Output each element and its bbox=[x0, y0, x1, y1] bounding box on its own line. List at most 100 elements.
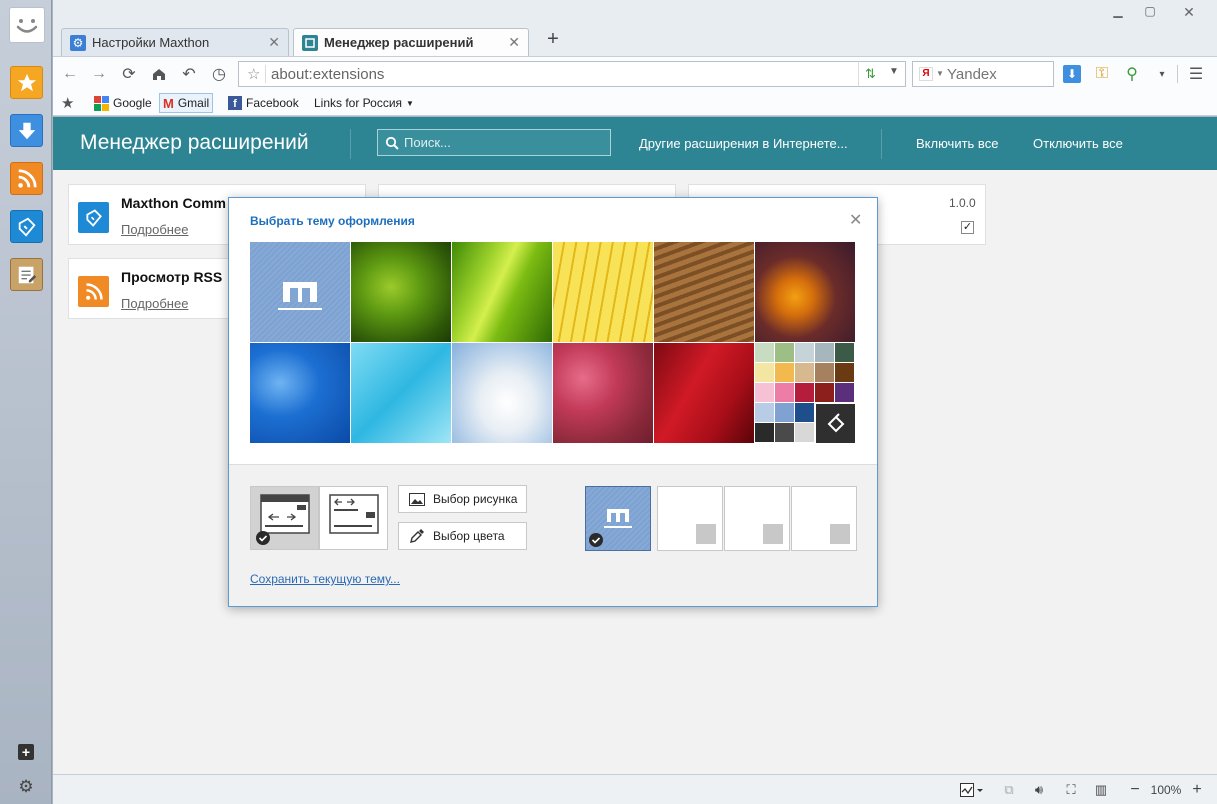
theme-blue-water[interactable] bbox=[250, 343, 350, 443]
palette-swatch[interactable] bbox=[755, 363, 774, 382]
palette-swatch[interactable] bbox=[795, 383, 814, 402]
history-clock-icon[interactable]: ◷ bbox=[210, 65, 228, 83]
theme-grass[interactable] bbox=[351, 242, 451, 342]
palette-swatch[interactable] bbox=[795, 423, 814, 442]
toolbar-dropdown-icon[interactable]: ▾ bbox=[1153, 65, 1171, 83]
palette-swatch[interactable] bbox=[815, 363, 834, 382]
theme-maxthon-default[interactable] bbox=[250, 242, 350, 342]
palette-swatch[interactable] bbox=[775, 383, 794, 402]
close-icon[interactable]: ✕ bbox=[849, 210, 862, 230]
rss-reader-icon[interactable] bbox=[10, 162, 43, 195]
palette-swatch[interactable] bbox=[795, 403, 814, 422]
sound-icon[interactable]: 🔊︎ bbox=[1031, 782, 1047, 798]
palette-swatch[interactable] bbox=[815, 343, 834, 362]
palette-swatch[interactable] bbox=[775, 403, 794, 422]
palette-swatch[interactable] bbox=[835, 363, 854, 382]
search-input[interactable] bbox=[947, 66, 1047, 83]
theme-clouds[interactable] bbox=[452, 343, 552, 443]
layout-mode-classic[interactable] bbox=[250, 486, 319, 550]
palette-swatch[interactable] bbox=[795, 363, 814, 382]
layout-mode-compact[interactable] bbox=[319, 486, 388, 550]
theme-slot-empty[interactable] bbox=[791, 486, 857, 551]
tab-maxthon-settings[interactable]: ⚙ Настройки Maxthon ✕ bbox=[61, 28, 289, 56]
enable-all-button[interactable]: Включить все bbox=[916, 136, 998, 151]
settings-gear-icon[interactable]: ⚙ bbox=[17, 777, 35, 796]
address-input[interactable] bbox=[271, 66, 851, 83]
network-monitor-icon[interactable] bbox=[958, 782, 986, 798]
screenshot-icon[interactable]: ⧉ bbox=[1001, 782, 1017, 798]
palette-swatch[interactable] bbox=[795, 343, 814, 362]
more-extensions-link[interactable]: Другие расширения в Интернете... bbox=[639, 136, 848, 151]
custom-color-picker-icon[interactable] bbox=[816, 404, 855, 443]
extension-details-link[interactable]: Подробнее bbox=[121, 222, 188, 237]
extension-search-input[interactable] bbox=[404, 135, 604, 150]
theme-color-palette[interactable] bbox=[755, 343, 855, 443]
palette-swatch[interactable] bbox=[755, 343, 774, 362]
fullscreen-icon[interactable]: ⛶ bbox=[1063, 782, 1079, 798]
download-icon[interactable]: ⬇ bbox=[1063, 65, 1081, 83]
undo-close-tab-icon[interactable]: ↶ bbox=[180, 65, 198, 83]
pick-image-button[interactable]: Выбор рисунка bbox=[398, 485, 527, 513]
theme-cherry-blossom[interactable] bbox=[553, 343, 653, 443]
forward-arrow-icon[interactable]: → bbox=[90, 65, 108, 83]
address-bar[interactable]: ☆ bbox=[238, 61, 906, 87]
palette-swatch[interactable] bbox=[835, 343, 854, 362]
palette-swatch[interactable] bbox=[775, 343, 794, 362]
bookmark-star-icon[interactable]: ☆ bbox=[247, 65, 260, 83]
minimize-button[interactable]: ▁ bbox=[1103, 4, 1133, 20]
bookmark-google[interactable]: Google bbox=[91, 93, 155, 113]
zoom-in-icon[interactable]: + bbox=[1190, 781, 1204, 798]
tab-close-icon[interactable]: ✕ bbox=[508, 34, 520, 51]
favorites-icon[interactable] bbox=[10, 66, 43, 99]
bookmark-facebook[interactable]: f Facebook bbox=[225, 93, 302, 113]
back-arrow-icon[interactable]: ← bbox=[61, 65, 79, 83]
bookmark-links-folder[interactable]: Links for Россия ▼ bbox=[311, 93, 417, 113]
tab-extension-manager[interactable]: Менеджер расширений ✕ bbox=[293, 28, 529, 56]
palette-swatch[interactable] bbox=[775, 363, 794, 382]
tab-close-icon[interactable]: ✕ bbox=[268, 34, 280, 51]
extension-enabled-checkbox[interactable]: ✓ bbox=[961, 221, 974, 234]
split-view-icon[interactable]: ▥ bbox=[1093, 782, 1109, 798]
pick-color-button[interactable]: Выбор цвета bbox=[398, 522, 527, 550]
extension-search-box[interactable] bbox=[377, 129, 611, 156]
save-current-theme-link[interactable]: Сохранить текущую тему... bbox=[250, 572, 400, 586]
palette-swatch[interactable] bbox=[835, 383, 854, 402]
maxthon-passport-icon[interactable] bbox=[10, 210, 43, 243]
bookmark-gmail[interactable]: M Gmail bbox=[159, 93, 214, 113]
theme-red-petal[interactable] bbox=[654, 343, 754, 443]
palette-swatch[interactable] bbox=[755, 423, 774, 442]
home-icon[interactable] bbox=[150, 65, 168, 83]
maximize-button[interactable]: ▢ bbox=[1135, 4, 1165, 20]
palette-swatch[interactable] bbox=[755, 403, 774, 422]
refresh-icon[interactable]: ⟳ bbox=[120, 65, 138, 83]
maxthon-logo-icon[interactable] bbox=[9, 7, 45, 43]
close-window-button[interactable]: ✕ bbox=[1167, 4, 1211, 20]
downloads-icon[interactable] bbox=[10, 114, 43, 147]
address-dropdown-icon[interactable]: ▼ bbox=[889, 66, 899, 77]
add-sidebar-item-icon[interactable]: + bbox=[18, 744, 34, 760]
palette-swatch[interactable] bbox=[755, 383, 774, 402]
zoom-out-icon[interactable]: − bbox=[1128, 781, 1142, 798]
key-passwords-icon[interactable]: ⚿ bbox=[1093, 65, 1111, 83]
extension-details-link[interactable]: Подробнее bbox=[121, 296, 188, 311]
search-box[interactable]: Я ▼ bbox=[912, 61, 1054, 87]
theme-orange-bokeh[interactable] bbox=[755, 242, 855, 342]
theme-ice-crystals[interactable] bbox=[351, 343, 451, 443]
theme-green-leaf[interactable] bbox=[452, 242, 552, 342]
palette-swatch[interactable] bbox=[815, 383, 834, 402]
zoom-level[interactable]: 100% bbox=[1149, 782, 1183, 798]
main-menu-icon[interactable]: ☰ bbox=[1187, 65, 1205, 83]
theme-sand-dunes[interactable] bbox=[654, 242, 754, 342]
theme-yellow-petals[interactable] bbox=[553, 242, 653, 342]
zoom-find-icon[interactable]: ⚲ bbox=[1123, 65, 1141, 83]
theme-slot-empty[interactable] bbox=[657, 486, 723, 551]
new-tab-button[interactable]: + bbox=[541, 28, 565, 52]
favorites-star-icon[interactable]: ★ bbox=[58, 93, 77, 113]
notepad-icon[interactable] bbox=[10, 258, 43, 291]
theme-slot-empty[interactable] bbox=[724, 486, 790, 551]
search-engine-dropdown-icon[interactable]: ▼ bbox=[936, 69, 944, 78]
palette-swatch[interactable] bbox=[775, 423, 794, 442]
theme-slot-active[interactable] bbox=[585, 486, 651, 551]
reader-mode-icon[interactable]: ⇅ bbox=[865, 66, 876, 82]
disable-all-button[interactable]: Отключить все bbox=[1033, 136, 1123, 151]
